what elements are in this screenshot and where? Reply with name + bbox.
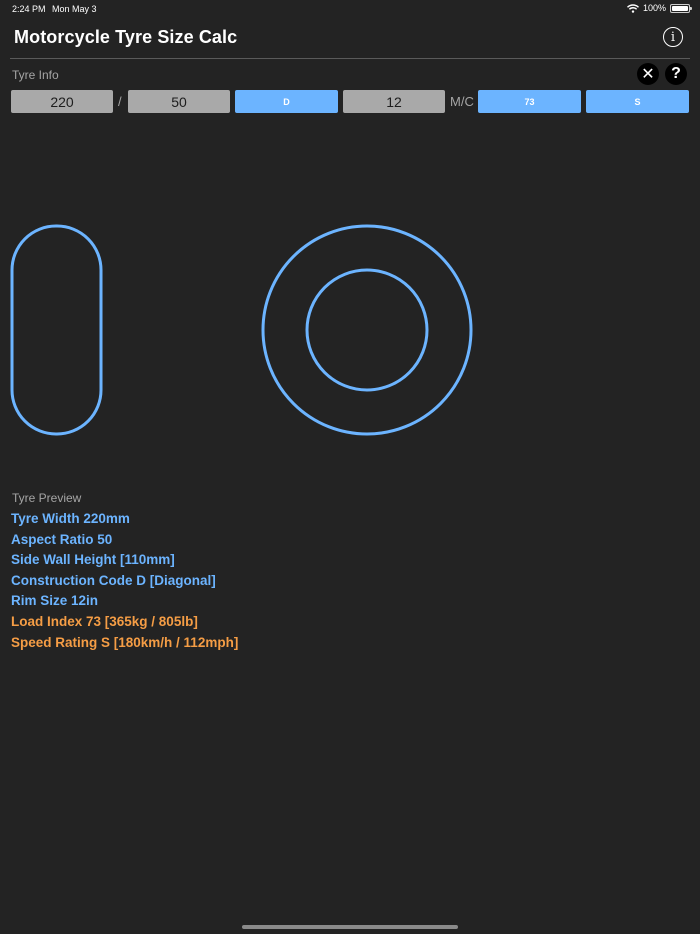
status-time: 2:24 PM bbox=[12, 4, 46, 14]
detail-construction-code: Construction Code D [Diagonal] bbox=[11, 572, 216, 588]
tyre-width-field[interactable]: 220 bbox=[11, 90, 113, 113]
detail-load-index: Load Index 73 [365kg / 805lb] bbox=[11, 613, 198, 629]
home-indicator bbox=[242, 925, 458, 929]
page-title: Motorcycle Tyre Size Calc bbox=[14, 27, 238, 47]
status-indicators: 100% bbox=[626, 3, 692, 13]
wifi-icon bbox=[626, 3, 639, 13]
tyre-side-profile bbox=[10, 224, 103, 436]
slash-separator: / bbox=[118, 94, 122, 109]
tyre-outer-circle bbox=[261, 224, 473, 436]
battery-fill bbox=[672, 5, 688, 11]
info-button[interactable]: i bbox=[663, 27, 683, 47]
tyre-info-label: Tyre Info bbox=[12, 68, 59, 82]
aspect-ratio-field[interactable]: 50 bbox=[128, 90, 230, 113]
header-divider bbox=[10, 58, 690, 59]
status-date: Mon May 3 bbox=[52, 4, 97, 14]
battery-icon bbox=[670, 3, 692, 13]
detail-speed-rating: Speed Rating S [180km/h / 112mph] bbox=[11, 634, 239, 650]
info-circle-icon: i bbox=[670, 29, 676, 45]
load-index-button[interactable]: 73 bbox=[478, 90, 581, 113]
tyre-rim-circle bbox=[305, 268, 429, 392]
battery-tip bbox=[690, 6, 692, 10]
clear-button[interactable]: ✕ bbox=[637, 63, 659, 85]
tyre-size-inputs: 220 / 50 D 12 M/C 73 S bbox=[0, 90, 700, 114]
rim-size-field[interactable]: 12 bbox=[343, 90, 445, 113]
tyre-preview-graphic bbox=[10, 224, 473, 436]
construction-code-button[interactable]: D bbox=[235, 90, 338, 113]
status-bar: 2:24 PM Mon May 3 100% bbox=[0, 0, 700, 18]
tyre-preview-label: Tyre Preview bbox=[12, 491, 82, 505]
mc-label: M/C bbox=[450, 94, 474, 109]
detail-aspect-ratio: Aspect Ratio 50 bbox=[11, 531, 113, 547]
battery-percent: 100% bbox=[642, 3, 666, 13]
detail-side-wall-height: Side Wall Height [110mm] bbox=[11, 552, 175, 568]
help-button[interactable]: ? bbox=[665, 63, 687, 85]
detail-rim-size: Rim Size 12in bbox=[11, 593, 99, 609]
speed-rating-button[interactable]: S bbox=[586, 90, 689, 113]
question-icon: ? bbox=[671, 65, 681, 82]
app-screen: 2:24 PM Mon May 3 100% Motorcycle Tyre S… bbox=[0, 0, 700, 934]
detail-tyre-width: Tyre Width 220mm bbox=[11, 511, 130, 526]
tyre-details-list: Tyre Width 220mm Aspect Ratio 50 Side Wa… bbox=[11, 509, 238, 653]
close-icon: ✕ bbox=[641, 66, 655, 83]
